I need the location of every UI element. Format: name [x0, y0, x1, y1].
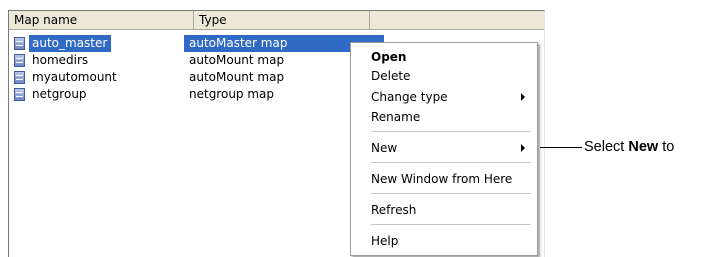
list-item-name: myautomount [32, 70, 117, 84]
menu-item-delete[interactable]: Delete [371, 67, 410, 85]
list-item-type: autoMount map [189, 70, 285, 84]
list-item-myautomount[interactable]: myautomount autoMount map [9, 69, 389, 86]
menu-item-help[interactable]: Help [371, 232, 398, 250]
menu-item-refresh[interactable]: Refresh [371, 201, 416, 219]
list-item-type: autoMaster map [189, 36, 288, 50]
menu-item-new-window-from-here[interactable]: New Window from Here [371, 170, 512, 188]
menu-item-open[interactable]: Open [371, 48, 406, 66]
column-header-type[interactable]: Type [194, 11, 370, 29]
list-item-name: homedirs [32, 53, 89, 67]
callout-leader-line [540, 147, 582, 148]
list-header: Map name Type [9, 11, 544, 30]
callout-bold-term: New [628, 139, 659, 155]
list-item-homedirs[interactable]: homedirs autoMount map [9, 52, 389, 69]
map-icon [14, 88, 25, 101]
context-menu: Open Delete Change type Rename New New W… [350, 42, 538, 256]
callout-prefix: Select [584, 139, 629, 155]
callout-annotation: Select New to [584, 138, 674, 156]
menu-separator [371, 193, 531, 194]
list-item-name: auto_master [29, 35, 112, 52]
list-item-type: netgroup map [189, 87, 275, 101]
menu-item-rename[interactable]: Rename [371, 108, 420, 126]
menu-item-change-type[interactable]: Change type [371, 88, 448, 106]
menu-item-new[interactable]: New [371, 139, 397, 157]
menu-separator [371, 162, 531, 163]
map-icon [14, 37, 25, 50]
menu-separator [371, 224, 531, 225]
callout-suffix: to [658, 139, 675, 155]
column-header-empty [370, 11, 546, 29]
menu-separator [371, 131, 531, 132]
list-item-name: netgroup [32, 87, 87, 101]
submenu-arrow-icon [521, 144, 525, 152]
list-item-auto-master[interactable]: auto_master autoMaster map [9, 35, 389, 52]
submenu-arrow-icon [521, 93, 525, 101]
column-header-map-name[interactable]: Map name [9, 11, 194, 29]
list-item-type: autoMount map [189, 53, 285, 67]
map-icon [14, 54, 25, 67]
map-icon [14, 71, 25, 84]
list-item-netgroup[interactable]: netgroup netgroup map [9, 86, 389, 103]
